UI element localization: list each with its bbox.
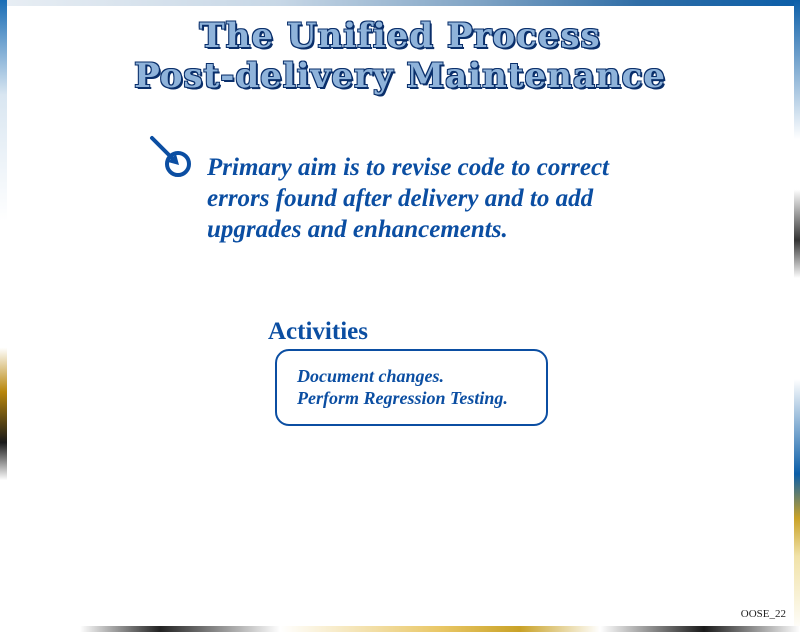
bottom-border-decoration xyxy=(0,626,800,632)
activities-box: Document changes. Perform Regression Tes… xyxy=(275,349,548,426)
activities-heading: Activities xyxy=(268,318,368,345)
activity-item: Document changes. xyxy=(297,366,445,386)
slide-title: The Unified Process Post-delivery Mainte… xyxy=(0,16,800,96)
title-line-1: The Unified Process xyxy=(199,16,601,56)
activity-item: Perform Regression Testing. xyxy=(297,388,508,408)
aim-statement: Primary aim is to revise code to correct… xyxy=(207,154,610,243)
slide-number: OOSE_22 xyxy=(740,608,786,620)
target-arrow-icon xyxy=(150,136,191,177)
title-line-2: Post-delivery Maintenance xyxy=(134,56,666,96)
top-border-decoration xyxy=(0,0,800,6)
